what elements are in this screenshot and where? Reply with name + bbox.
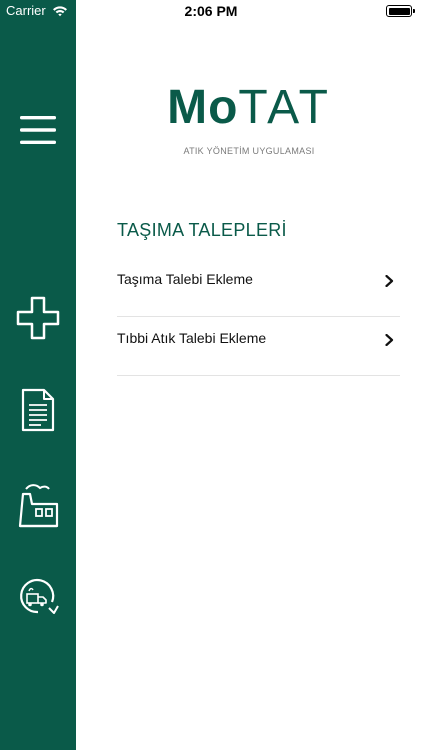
status-bar: Carrier 2:06 PM xyxy=(0,0,422,22)
logo-tat: TAT xyxy=(238,81,331,134)
section-title: TAŞIMA TALEPLERİ xyxy=(117,220,287,240)
truck-rotate-icon xyxy=(20,579,59,614)
app-subtitle: ATIK YÖNETİM UYGULAMASI xyxy=(183,146,315,156)
menu-item-transport-request[interactable]: Taşıma Talebi Ekleme xyxy=(117,258,400,317)
request-menu-list: Taşıma Talebi Ekleme Tıbbi Atık Talebi E… xyxy=(117,258,400,376)
menu-item-medical-waste-request[interactable]: Tıbbi Atık Talebi Ekleme xyxy=(117,317,400,376)
factory-icon xyxy=(18,484,59,528)
facility-button[interactable] xyxy=(0,480,76,530)
sidebar xyxy=(0,0,76,750)
status-time: 2:06 PM xyxy=(184,3,238,19)
battery-icon xyxy=(386,5,415,17)
menu-button[interactable] xyxy=(0,106,76,154)
battery-level xyxy=(388,7,410,15)
documents-button[interactable] xyxy=(0,386,76,434)
app-logo: MoTAT xyxy=(76,82,422,134)
menu-item-label: Tıbbi Atık Talebi Ekleme xyxy=(117,330,267,346)
add-button[interactable] xyxy=(0,294,76,342)
chevron-right-icon xyxy=(385,275,394,287)
main-content: MoTAT ATIK YÖNETİM UYGULAMASI TAŞIMA TAL… xyxy=(76,0,422,750)
transport-button[interactable] xyxy=(0,574,76,618)
logo-mo: Mo xyxy=(167,81,239,134)
menu-item-label: Taşıma Talebi Ekleme xyxy=(117,271,253,287)
chevron-right-icon xyxy=(385,334,394,346)
plus-icon xyxy=(16,296,60,340)
document-icon xyxy=(21,388,55,432)
hamburger-menu-icon xyxy=(20,116,56,144)
